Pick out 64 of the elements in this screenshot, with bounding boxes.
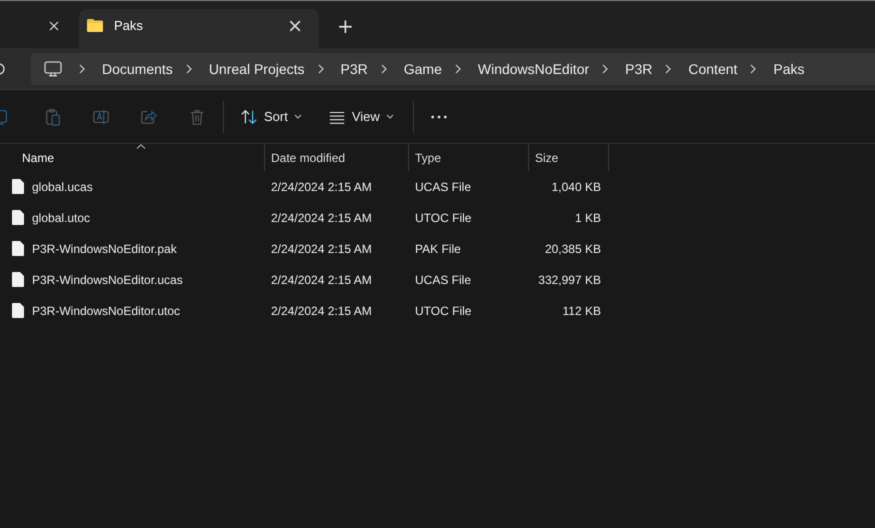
file-icon	[12, 210, 24, 225]
table-cell: 2/24/2024 2:15 AM	[271, 304, 372, 318]
paste-icon	[44, 108, 62, 126]
breadcrumb-item[interactable]: WindowsNoEditor	[478, 60, 590, 76]
chevron-icon	[750, 64, 756, 74]
chevron-icon	[318, 64, 324, 74]
column-header-cell[interactable]: Size	[529, 144, 609, 171]
chevron-icon	[79, 64, 85, 74]
column-header-cell[interactable]: Type	[409, 144, 529, 171]
rename-icon	[92, 108, 110, 126]
column-header-cell[interactable]: Date modified	[265, 144, 409, 171]
table-cell: 112 KB	[562, 304, 601, 318]
breadcrumb-item[interactable]: Documents	[102, 60, 173, 76]
share-icon	[140, 108, 158, 126]
tab-title: Paks	[114, 18, 144, 33]
table-cell: PAK File	[415, 242, 461, 256]
address-bar[interactable]: Documents Unreal Projects P3R Game WindowsNoEditor P3R Content Paks	[31, 52, 875, 84]
close-icon[interactable]	[49, 20, 59, 30]
file-icon	[12, 241, 24, 256]
sort-indicator-icon	[136, 144, 146, 149]
table-cell: 2/24/2024 2:15 AM	[271, 210, 372, 224]
breadcrumb-item[interactable]: Unreal Projects	[208, 60, 305, 76]
tab[interactable]: Paks ×	[79, 9, 319, 48]
file-name[interactable]: P3R-WindowsNoEditor.pak	[32, 242, 177, 256]
breadcrumb-item[interactable]: Game	[404, 60, 442, 76]
table-cell: 1,040 KB	[552, 180, 601, 194]
file-name[interactable]: P3R-WindowsNoEditor.ucas	[32, 272, 183, 286]
table-cell: UTOC File	[415, 304, 472, 318]
file-name[interactable]: global.ucas	[32, 180, 93, 194]
breadcrumb-item[interactable]: P3R	[625, 60, 652, 76]
table-cell: UCAS File	[415, 272, 472, 286]
column-header-cell[interactable]: Name	[0, 144, 265, 171]
table-cell: 332,997 KB	[538, 272, 601, 286]
delete-icon	[188, 108, 206, 126]
table-cell: UTOC File	[415, 210, 472, 224]
breadcrumb-item[interactable]: P3R	[340, 60, 368, 76]
caret-icon	[386, 114, 394, 119]
sort-icon	[240, 108, 258, 126]
chevron-icon	[454, 64, 461, 74]
chevron-icon	[380, 64, 387, 74]
folder-icon	[87, 19, 103, 32]
sort-button[interactable]: Sort	[238, 104, 304, 130]
table-cell: 2/24/2024 2:15 AM	[271, 272, 372, 286]
breadcrumb-item[interactable]: Paks	[773, 60, 805, 76]
breadcrumb-item[interactable]: Content	[688, 60, 738, 76]
close-button[interactable]: ×	[281, 14, 309, 36]
file-icon	[12, 179, 24, 194]
chevron-icon	[665, 64, 672, 74]
file-icon	[12, 272, 24, 287]
monitor-icon	[44, 60, 62, 76]
new-tab-button[interactable]: +	[329, 14, 362, 38]
chevron-icon	[186, 64, 192, 74]
more-icon	[430, 114, 448, 118]
table-cell: 1 KB	[574, 210, 601, 224]
file-name[interactable]: P3R-WindowsNoEditor.utoc	[32, 304, 180, 318]
file-name[interactable]: global.utoc	[32, 210, 90, 224]
chevron-icon	[602, 64, 608, 74]
table-cell: 20,385 KB	[544, 242, 601, 256]
table-cell: 2/24/2024 2:15 AM	[271, 180, 372, 194]
table-cell: 2/24/2024 2:15 AM	[271, 242, 372, 256]
view-button[interactable]: View	[326, 104, 396, 130]
caret-icon	[294, 114, 302, 119]
table-cell: UCAS File	[415, 180, 472, 194]
file-icon	[12, 303, 24, 318]
